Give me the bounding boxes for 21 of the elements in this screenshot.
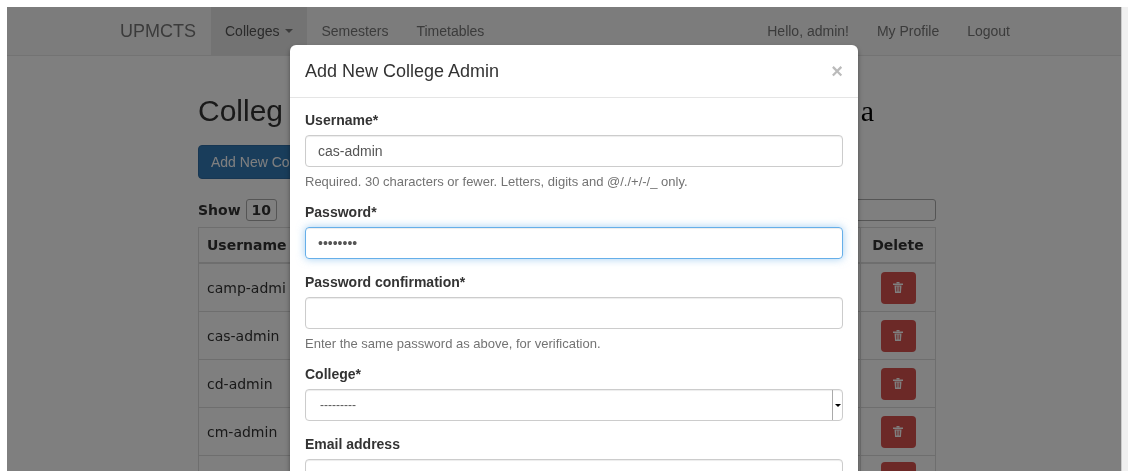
input-field[interactable]: cas-admin: [305, 135, 843, 167]
field-label: Username*: [305, 112, 380, 128]
select-field[interactable]: ---------: [305, 389, 843, 421]
close-button[interactable]: ×: [831, 59, 843, 83]
nav-link[interactable]: My Profile: [862, 7, 954, 55]
nav-link[interactable]: Logout: [953, 7, 1024, 55]
show-label: Show: [198, 202, 241, 218]
page-size-select[interactable]: 10: [245, 199, 278, 221]
field-label: Email address: [305, 436, 401, 452]
help-text: Enter the same password as above, for verification.: [305, 336, 602, 351]
input-field[interactable]: ••••••••: [305, 227, 843, 259]
column-header: Delete: [860, 227, 936, 263]
modal-title: Add New College Admin: [305, 60, 500, 82]
heading-fragment: a: [860, 94, 874, 128]
page-heading: Colleg: [198, 94, 284, 128]
field-label: College*: [305, 366, 362, 382]
field-label: Password*: [305, 204, 378, 220]
brand-title[interactable]: UPMCTS: [120, 7, 211, 55]
nav-link[interactable]: Colleges: [211, 7, 308, 55]
help-text: Required. 30 characters or fewer. Letters, digits and @/./+/-/_ only.: [305, 174, 689, 189]
field-label: Password confirmation*: [305, 274, 467, 290]
